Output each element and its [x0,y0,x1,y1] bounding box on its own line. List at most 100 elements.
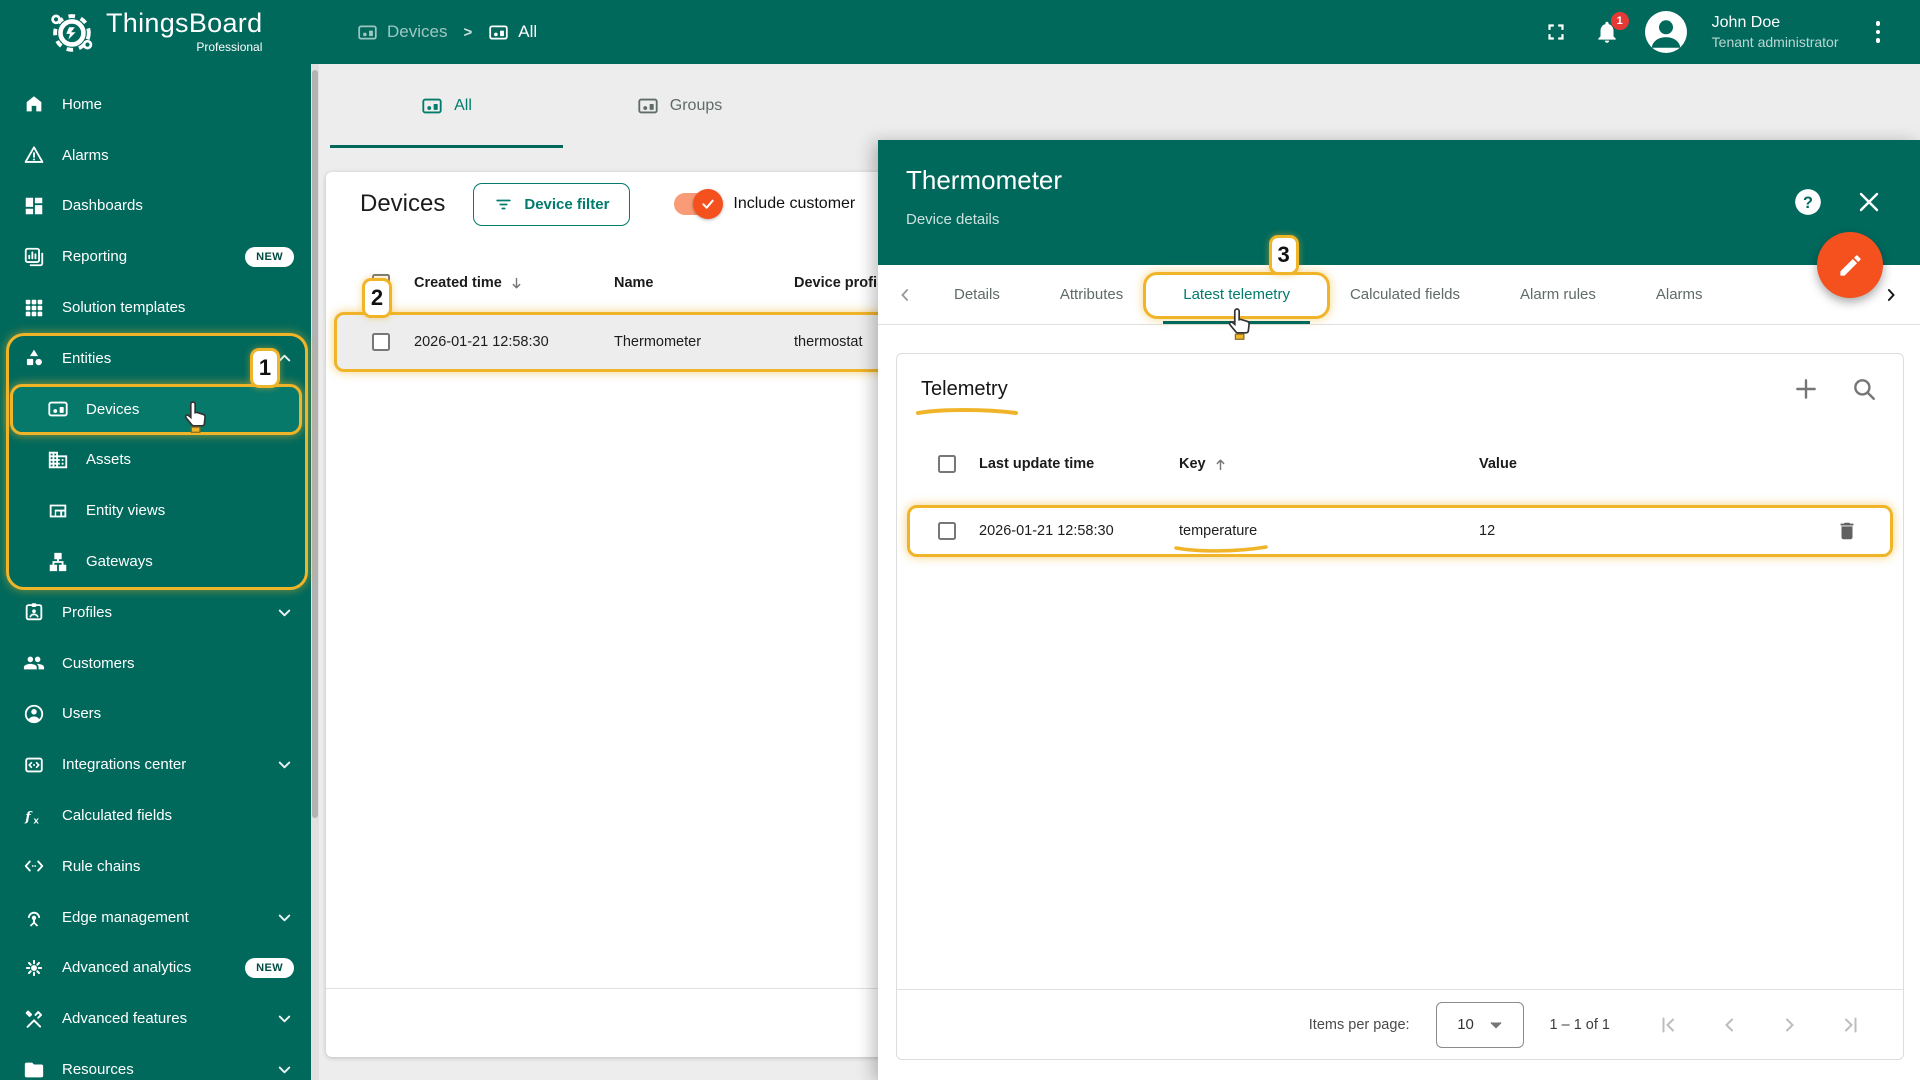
trash-icon [1840,522,1854,540]
tabs-scroll-right-chevron[interactable] [1872,285,1910,305]
telemetry-value: 12 [1479,523,1496,539]
sidebar-item-label: Advanced analytics [62,959,192,977]
sidebar-item-label: Alarms [62,146,109,164]
thingsboard-logo[interactable]: ThingsBoard Professional [0,9,315,55]
entities-icon [22,346,46,370]
devices-icon [422,98,442,114]
panel-tab-label: Details [954,286,1000,303]
breadcrumb-devices[interactable]: Devices [357,22,447,43]
resources-icon [22,1058,46,1080]
last-page-button[interactable] [1839,1013,1863,1037]
cursor-icon [181,399,211,433]
home-icon [22,92,46,116]
row-checkbox[interactable] [372,333,390,351]
chevron-down-icon [1490,1021,1502,1029]
sidebar-item-assets[interactable]: Assets [0,435,312,486]
add-telemetry-icon[interactable] [1793,376,1819,402]
panel-tab-attributes[interactable]: Attributes [1030,265,1153,324]
sidebar-item-rule-chains[interactable]: Rule chains [0,841,312,892]
chevron-down-icon [275,908,294,927]
sidebar-item-advanced-analytics[interactable]: Advanced analytics NEW [0,943,312,994]
next-page-button[interactable] [1778,1013,1802,1037]
items-per-page-select[interactable]: 10 [1435,1001,1524,1048]
breadcrumb: Devices > All [357,22,537,43]
sidebar-item-home[interactable]: Home [0,79,312,130]
sort-desc-icon [512,277,521,288]
help-button[interactable]: ? [1794,188,1822,216]
tutorial-underline [916,407,1018,415]
tab-all[interactable]: All [330,64,563,148]
tab-groups-label: Groups [669,97,723,114]
close-icon [1859,192,1879,212]
select-all-checkbox[interactable] [372,274,390,292]
panel-title: Thermometer [906,165,1063,195]
sidebar-item-integrations-center[interactable]: Integrations center [0,739,312,790]
sidebar-item-alarms[interactable]: Alarms [0,130,312,181]
column-key[interactable]: Key [1179,456,1479,473]
sidebar-item-entity-views[interactable]: Entity views [0,485,312,536]
column-last-update-time[interactable]: Last update time [979,456,1179,472]
user-avatar[interactable] [1644,11,1687,53]
kebab-menu-icon[interactable] [1870,17,1887,47]
chevron-down-icon [275,1060,294,1079]
sidebar-item-profiles[interactable]: Profiles [0,587,312,638]
panel-tab-details[interactable]: Details [924,265,1030,324]
first-page-button[interactable] [1656,1013,1680,1037]
column-value[interactable]: Value [1479,456,1849,472]
user-info[interactable]: John Doe Tenant administrator [1712,12,1839,52]
edit-device-fab[interactable] [1817,232,1883,298]
user-role: Tenant administrator [1711,34,1839,51]
device-filter-button[interactable]: Device filter [473,182,631,226]
panel-tab-calculated-fields[interactable]: Calculated fields [1320,265,1490,324]
scrollbar-thumb[interactable] [312,70,318,818]
breadcrumb-separator: > [463,23,473,41]
select-all-checkbox[interactable] [938,455,956,473]
sidebar-item-calculated-fields[interactable]: f x Calculated fields [0,790,312,841]
panel-tab-latest-telemetry[interactable]: Latest telemetry 3 [1143,235,1330,340]
check-icon [693,189,724,219]
previous-page-button[interactable] [1717,1013,1741,1037]
panel-tab-bar: Details Attributes Latest telemetry 3 Calcul… [878,235,1920,340]
new-badge: NEW [245,957,294,978]
row-checkbox[interactable] [938,522,956,540]
sidebar-item-label: Users [62,705,102,723]
sidebar-item-reporting[interactable]: Reporting NEW [0,231,312,282]
sidebar-item-users[interactable]: Users [0,689,312,740]
search-icon[interactable] [1851,376,1877,402]
sidebar-item-edge-management[interactable]: Edge management [0,892,312,943]
telemetry-time: 2026-01-21 12:58:30 [979,523,1114,539]
breadcrumb-all[interactable]: All [488,22,537,43]
tabs-scroll-left-chevron[interactable] [886,285,924,305]
analytics-icon [22,956,46,980]
sidebar-item-label: Entities [62,349,112,367]
column-created-time[interactable]: Created time [414,275,614,292]
telemetry-row-temperature[interactable]: 2026-01-21 12:58:30 temperature 12 [907,505,1893,557]
tab-groups[interactable]: Groups [563,64,796,148]
devices-icon [489,25,508,39]
device-details-panel: Thermometer Device details ? Details Attr… [878,140,1920,1080]
assets-icon [46,448,70,472]
sidebar-item-dashboards[interactable]: Dashboards [0,181,312,232]
calculated-fields-icon: fx [22,804,46,828]
delete-telemetry-button[interactable] [1836,520,1890,542]
sidebar-item-advanced-features[interactable]: Advanced features [0,993,312,1044]
chevron-down-icon [275,1009,294,1028]
sidebar-item-customers[interactable]: Customers [0,638,312,689]
sidebar-item-label: Customers [62,654,135,672]
help-icon: ? [1795,189,1821,215]
notifications-button[interactable]: 1 [1594,12,1629,45]
column-name[interactable]: Name [614,275,794,291]
pencil-icon [1839,254,1861,276]
sidebar-item-devices[interactable]: Devices [10,383,302,435]
panel-tab-alarm-rules[interactable]: Alarm rules [1490,265,1626,324]
sidebar-item-gateways[interactable]: Gateways [0,536,312,587]
sidebar-item-entities[interactable]: Entities [0,333,312,384]
svg-text:f: f [24,810,33,825]
sidebar-item-solution-templates[interactable]: Solution templates [0,282,312,333]
panel-tab-alarms[interactable]: Alarms [1626,265,1733,324]
sidebar-item-resources[interactable]: Resources [0,1044,312,1080]
panel-tab-label: Alarms [1655,286,1703,303]
include-customer-toggle[interactable] [674,189,724,219]
close-button[interactable] [1857,190,1881,214]
fullscreen-icon[interactable] [1543,19,1569,45]
